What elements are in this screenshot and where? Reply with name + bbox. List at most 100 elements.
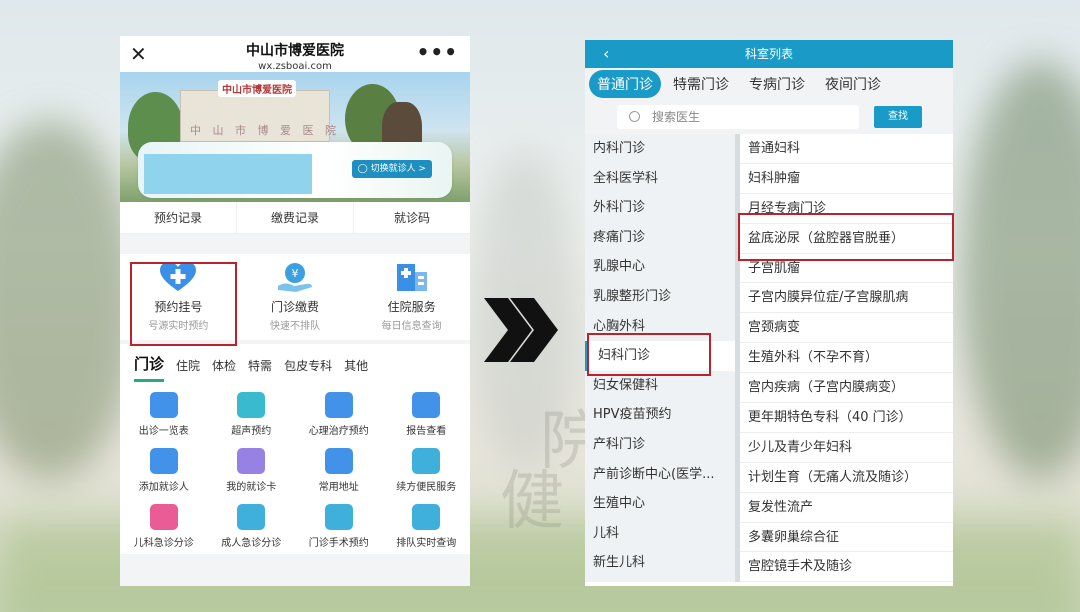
- miniapp-header: ✕ 中山市博爱医院 wx.zsboai.com •••: [120, 36, 470, 72]
- user-icon: ◯: [357, 164, 368, 174]
- highlight-box-appointment: [130, 262, 237, 346]
- page-title: 科室列表: [744, 47, 793, 61]
- subdepartment-item[interactable]: 生殖外科（不孕不育）: [740, 343, 953, 374]
- yen-hand-icon: ¥: [276, 262, 314, 292]
- hospital-banner: 中山市博爱医院 中 山 市 博 爱 医 院 ◯ 切换就诊人 >: [120, 72, 470, 202]
- tab-foreskin-clinic[interactable]: 包皮专科: [284, 357, 332, 382]
- service-grid-item[interactable]: 超声预约: [208, 388, 296, 444]
- service-grid-item[interactable]: 心理治疗预约: [295, 388, 383, 444]
- double-chevron-right-icon: [484, 298, 558, 362]
- subdepartment-item[interactable]: 普通妇科: [740, 134, 953, 164]
- department-item[interactable]: 疼痛门诊: [585, 223, 735, 253]
- search-icon: [629, 111, 640, 122]
- department-item[interactable]: 内科门诊: [585, 134, 735, 164]
- service-grid-item[interactable]: 我的就诊卡: [208, 444, 296, 500]
- subdepartment-item[interactable]: 计划生育（无痛人流及随诊）: [740, 463, 953, 493]
- patient-info-redacted: [144, 154, 312, 194]
- tab-special-clinic[interactable]: 特需门诊: [665, 70, 737, 98]
- subdepartment-item[interactable]: 多囊卵巢综合征: [740, 523, 953, 553]
- back-chevron-icon[interactable]: ‹: [603, 40, 609, 68]
- service-inpatient[interactable]: 住院服务 每日信息查询: [353, 262, 470, 340]
- service-label: 门诊缴费: [271, 300, 320, 314]
- department-list-header: ‹ 科室列表: [585, 40, 953, 68]
- visit-code-link[interactable]: 就诊码: [354, 202, 470, 233]
- service-grid-label: 排队实时查询: [396, 538, 457, 549]
- pediatric-emergency-icon: [149, 504, 178, 530]
- department-item[interactable]: HPV疫苗预约: [585, 400, 735, 430]
- left-phone-screen: ✕ 中山市博爱医院 wx.zsboai.com ••• 中山市博爱医院 中 山 …: [120, 36, 470, 586]
- surgery-kit-icon: [324, 504, 353, 530]
- service-grid-item[interactable]: 儿科急诊分诊: [120, 500, 208, 556]
- doctor-search-input[interactable]: 搜索医生: [617, 105, 859, 129]
- service-outpatient-payment[interactable]: ¥ 门诊缴费 快速不排队: [237, 262, 354, 340]
- service-grid-label: 续方便民服务: [396, 482, 457, 493]
- close-icon[interactable]: ✕: [130, 42, 147, 66]
- search-bar: 搜索医生 查找: [585, 100, 953, 134]
- doctor-list-icon: [149, 392, 178, 418]
- subdepartment-item[interactable]: 少儿及青少年妇科: [740, 433, 953, 463]
- tab-general-clinic[interactable]: 普通门诊: [589, 70, 661, 98]
- department-item[interactable]: 产科门诊: [585, 430, 735, 460]
- service-grid-item[interactable]: 成人急诊分诊: [208, 500, 296, 556]
- subdepartment-item[interactable]: 更年期特色专科（40 门诊）: [740, 403, 953, 433]
- highlight-box-pelvic-floor: [738, 213, 954, 261]
- department-item[interactable]: 生殖中心: [585, 489, 735, 519]
- department-item[interactable]: 新生儿科: [585, 548, 735, 578]
- service-grid-item[interactable]: 出诊一览表: [120, 388, 208, 444]
- right-phone-screen: ‹ 科室列表 普通门诊 特需门诊 专病门诊 夜间门诊 搜索医生 查找 内科门诊全…: [585, 40, 953, 586]
- service-grid-item[interactable]: 报告查看: [383, 388, 471, 444]
- tab-disease-clinic[interactable]: 专病门诊: [741, 70, 813, 98]
- service-grid-item[interactable]: 添加就诊人: [120, 444, 208, 500]
- service-grid-item[interactable]: 常用地址: [295, 444, 383, 500]
- background-tree-right: [960, 60, 1080, 480]
- subdepartment-item[interactable]: 宫颈病变: [740, 313, 953, 344]
- tab-night-clinic[interactable]: 夜间门诊: [817, 70, 889, 98]
- more-icon[interactable]: •••: [417, 40, 458, 64]
- subdepartment-item[interactable]: 宫腔镜手术及随诊: [740, 552, 953, 583]
- department-item[interactable]: 儿科: [585, 519, 735, 549]
- hospital-logo: 中山市博爱医院: [218, 80, 296, 97]
- switch-patient-button[interactable]: ◯ 切换就诊人 >: [351, 160, 432, 178]
- service-grid-item[interactable]: 续方便民服务: [383, 444, 471, 500]
- service-grid-label: 出诊一览表: [138, 426, 189, 437]
- appointment-records-link[interactable]: 预约记录: [120, 202, 237, 233]
- adult-emergency-icon: [237, 504, 266, 530]
- service-grid-label: 成人急诊分诊: [221, 538, 282, 549]
- tab-outpatient[interactable]: 门诊: [134, 353, 165, 382]
- tab-checkup[interactable]: 体检: [212, 357, 236, 382]
- subdepartment-item[interactable]: 宫内疾病（子宫内膜病变）: [740, 373, 953, 404]
- tab-other[interactable]: 其他: [344, 357, 368, 382]
- subdepartment-item[interactable]: 妇科肿瘤: [740, 164, 953, 194]
- subdepartment-item[interactable]: 子宫内膜异位症/子宫腺肌病: [740, 283, 953, 314]
- department-item[interactable]: 乳腺整形门诊: [585, 282, 735, 312]
- report-search-icon: [412, 392, 441, 418]
- clinic-type-tabs: 普通门诊 特需门诊 专病门诊 夜间门诊: [585, 68, 953, 100]
- service-grid: 出诊一览表 超声预约 心理治疗预约 报告查看添加就诊人 我的就诊卡 常用地址 续方便民服务儿…: [120, 382, 470, 554]
- service-grid-item[interactable]: 排队实时查询: [383, 500, 471, 556]
- service-label: 住院服务: [387, 300, 436, 314]
- department-item[interactable]: 全科医学科: [585, 164, 735, 194]
- heart-pulse-icon: [324, 392, 353, 418]
- quick-links: 预约记录 缴费记录 就诊码: [120, 202, 470, 234]
- svg-text:¥: ¥: [292, 267, 299, 280]
- payment-records-link[interactable]: 缴费记录: [237, 202, 354, 233]
- department-item[interactable]: 产前诊断中心(医学...: [585, 460, 735, 490]
- service-category-tabs: 门诊 住院 体检 特需 包皮专科 其他: [120, 344, 470, 382]
- department-item[interactable]: 乳腺中心: [585, 252, 735, 282]
- service-grid-label: 心理治疗预约: [308, 426, 369, 437]
- tab-inpatient[interactable]: 住院: [176, 357, 200, 382]
- address-card-icon: [324, 448, 353, 474]
- prescription-icon: [412, 448, 441, 474]
- ultrasound-monitor-icon: [237, 392, 266, 418]
- service-grid-label: 报告查看: [406, 426, 447, 437]
- highlight-box-gynecology: [587, 333, 711, 376]
- search-button[interactable]: 查找: [874, 106, 922, 128]
- hospital-icon: [393, 262, 431, 292]
- tab-special[interactable]: 特需: [248, 357, 272, 382]
- service-grid-item[interactable]: 门诊手术预约: [295, 500, 383, 556]
- subdepartment-item[interactable]: 复发性流产: [740, 493, 953, 523]
- department-item[interactable]: 外科门诊: [585, 193, 735, 223]
- subdepartment-list: 普通妇科 妇科肿瘤 月经专病门诊 盆底泌尿（盆腔器官脱垂） 子宫肌瘤 子宫内膜异位症/子宫…: [740, 134, 953, 583]
- service-subtitle: 快速不排队: [270, 321, 320, 332]
- service-grid-label: 儿科急诊分诊: [133, 538, 194, 549]
